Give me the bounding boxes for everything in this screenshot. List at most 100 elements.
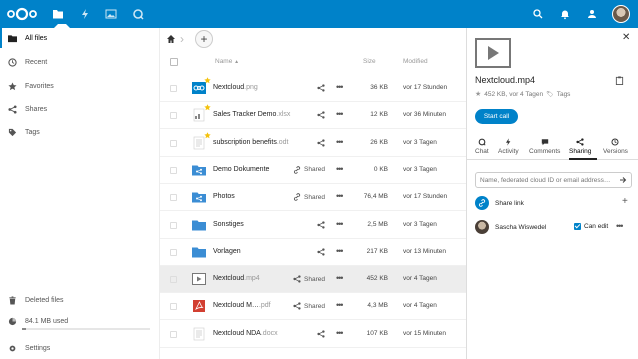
tab-comments[interactable]: Comments (529, 138, 560, 160)
file-name[interactable]: subscription benefits.odt (213, 139, 289, 146)
select-all-checkbox[interactable] (170, 58, 178, 66)
file-size: 26 KB (370, 138, 388, 146)
row-checkbox[interactable] (170, 194, 177, 202)
nav-recent[interactable]: Recent (0, 52, 160, 72)
talk-icon[interactable] (130, 6, 146, 22)
row-checkbox[interactable] (170, 166, 177, 174)
row-checkbox[interactable] (170, 139, 177, 147)
clipboard-icon[interactable] (615, 76, 624, 85)
tags-link[interactable]: Tags (557, 91, 571, 98)
more-options-icon[interactable]: ••• (336, 137, 348, 149)
row-checkbox[interactable] (170, 276, 177, 284)
share-icon[interactable] (285, 109, 325, 121)
arrow-right-icon[interactable] (619, 176, 627, 184)
file-name[interactable]: Nextcloud M….pdf (213, 302, 271, 309)
more-options-icon[interactable]: ••• (336, 300, 348, 312)
table-row[interactable]: Nextcloud.mp4 Shared ••• 452 KB vor 4 Tagen (160, 266, 466, 294)
gallery-icon[interactable] (103, 6, 119, 22)
row-checkbox[interactable] (170, 303, 177, 311)
table-row[interactable]: subscription benefits.odt ••• 26 KB vor 3 T… (160, 130, 466, 157)
table-row[interactable]: Sales Tracker Demo.xlsx ••• 12 KB vor 36 Mi… (160, 102, 466, 130)
contacts-icon[interactable] (584, 6, 600, 22)
file-size: 76,4 MB (363, 193, 388, 201)
share-icon[interactable] (285, 328, 325, 340)
add-share-link-icon[interactable]: + (622, 196, 628, 207)
share-link-row[interactable]: Share link + (475, 195, 632, 211)
tab-activity[interactable]: Activity (498, 138, 519, 160)
share-icon[interactable] (285, 219, 325, 231)
share-icon[interactable] (285, 137, 325, 149)
share-icon[interactable]: Shared (285, 191, 325, 203)
files-icon[interactable] (50, 6, 70, 28)
table-row[interactable]: Nextcloud M….pdf Shared ••• 4,3 MB vor 4 Tag… (160, 293, 466, 321)
more-options-icon[interactable]: ••• (336, 246, 348, 258)
more-options-icon[interactable]: ••• (336, 191, 348, 203)
table-row[interactable]: Demo Dokumente Shared ••• 0 KB vor 3 Tagen (160, 157, 466, 184)
start-call-button[interactable]: Start call (475, 109, 518, 124)
add-new-button[interactable]: + (195, 30, 213, 48)
nav-all-files[interactable]: All files (0, 28, 160, 48)
gear-icon (7, 343, 17, 353)
file-name[interactable]: Demo Dokumente (213, 166, 269, 173)
share-icon[interactable]: Shared (285, 273, 325, 285)
nav-label: All files (25, 34, 48, 42)
table-row[interactable]: Vorlagen ••• 217 KB vor 13 Minuten (160, 239, 466, 266)
table-row[interactable]: Nextcloud NDA.docx ••• 107 KB vor 15 Minute… (160, 321, 466, 348)
column-header-name[interactable]: Name ▲ (215, 58, 239, 65)
nav-deleted-files[interactable]: Deleted files (0, 290, 160, 310)
row-checkbox[interactable] (170, 221, 177, 229)
tab-sharing[interactable]: Sharing (569, 138, 591, 160)
share-icon[interactable] (285, 82, 325, 94)
favorite-star-icon[interactable] (204, 77, 211, 84)
favorite-star-icon[interactable] (204, 104, 211, 111)
file-size: 36 KB (370, 84, 388, 91)
file-name[interactable]: Photos (213, 193, 235, 200)
share-icon[interactable] (285, 246, 325, 258)
table-row[interactable]: Photos Shared ••• 76,4 MB vor 17 Stunden (160, 184, 466, 212)
more-options-icon[interactable]: ••• (336, 109, 348, 121)
more-options-icon[interactable]: ••• (336, 82, 348, 94)
left-navigation: All files Recent Favorites Shares Tags D… (0, 28, 160, 359)
nav-settings[interactable]: Settings (0, 338, 160, 358)
row-checkbox[interactable] (170, 85, 177, 92)
column-header-modified[interactable]: Modified (403, 58, 428, 65)
activity-icon[interactable] (77, 6, 93, 22)
row-checkbox[interactable] (170, 112, 177, 120)
pdf-file-icon (192, 299, 206, 313)
home-icon[interactable] (166, 34, 176, 44)
nav-favorites[interactable]: Favorites (0, 76, 160, 96)
avatar (475, 220, 489, 234)
nextcloud-logo[interactable] (6, 6, 38, 22)
column-header-size[interactable]: Size (363, 58, 376, 65)
search-icon[interactable] (530, 6, 546, 22)
tab-versions[interactable]: Versions (603, 138, 628, 160)
file-name[interactable]: Sonstiges (213, 221, 244, 228)
more-options-icon[interactable]: ••• (336, 164, 348, 176)
star-icon[interactable]: ★ (475, 90, 481, 98)
share-icon[interactable]: Shared (285, 164, 325, 176)
nav-shares[interactable]: Shares (0, 99, 160, 119)
tab-chat[interactable]: Chat (475, 138, 489, 160)
share-icon[interactable]: Shared (285, 300, 325, 312)
table-row[interactable]: Nextcloud.png ••• 36 KB vor 17 Stunden (160, 75, 466, 102)
checkbox-checked[interactable] (574, 223, 581, 230)
nav-tags[interactable]: Tags (0, 122, 160, 142)
file-name[interactable]: Nextcloud.mp4 (213, 275, 260, 282)
more-options-icon[interactable]: ••• (336, 328, 348, 340)
file-name[interactable]: Nextcloud.png (213, 84, 258, 91)
can-edit-checkbox[interactable]: Can edit (574, 223, 608, 230)
share-search-input[interactable]: Name, federated cloud ID or email addres… (475, 172, 632, 188)
notifications-icon[interactable] (557, 6, 573, 22)
favorite-star-icon[interactable] (204, 131, 211, 139)
more-options-icon[interactable]: ••• (336, 273, 348, 285)
file-name[interactable]: Vorlagen (213, 248, 241, 255)
table-row[interactable]: Sonstiges ••• 2,5 MB vor 3 Tagen (160, 212, 466, 239)
more-options-icon[interactable]: ••• (336, 219, 348, 231)
file-name[interactable]: Nextcloud NDA.docx (213, 330, 278, 337)
row-checkbox[interactable] (170, 248, 177, 256)
row-checkbox[interactable] (170, 330, 177, 338)
file-name[interactable]: Sales Tracker Demo.xlsx (213, 111, 290, 118)
more-options-icon[interactable]: ••• (616, 221, 624, 231)
user-avatar[interactable] (612, 5, 630, 23)
close-icon[interactable]: ✕ (622, 33, 632, 43)
